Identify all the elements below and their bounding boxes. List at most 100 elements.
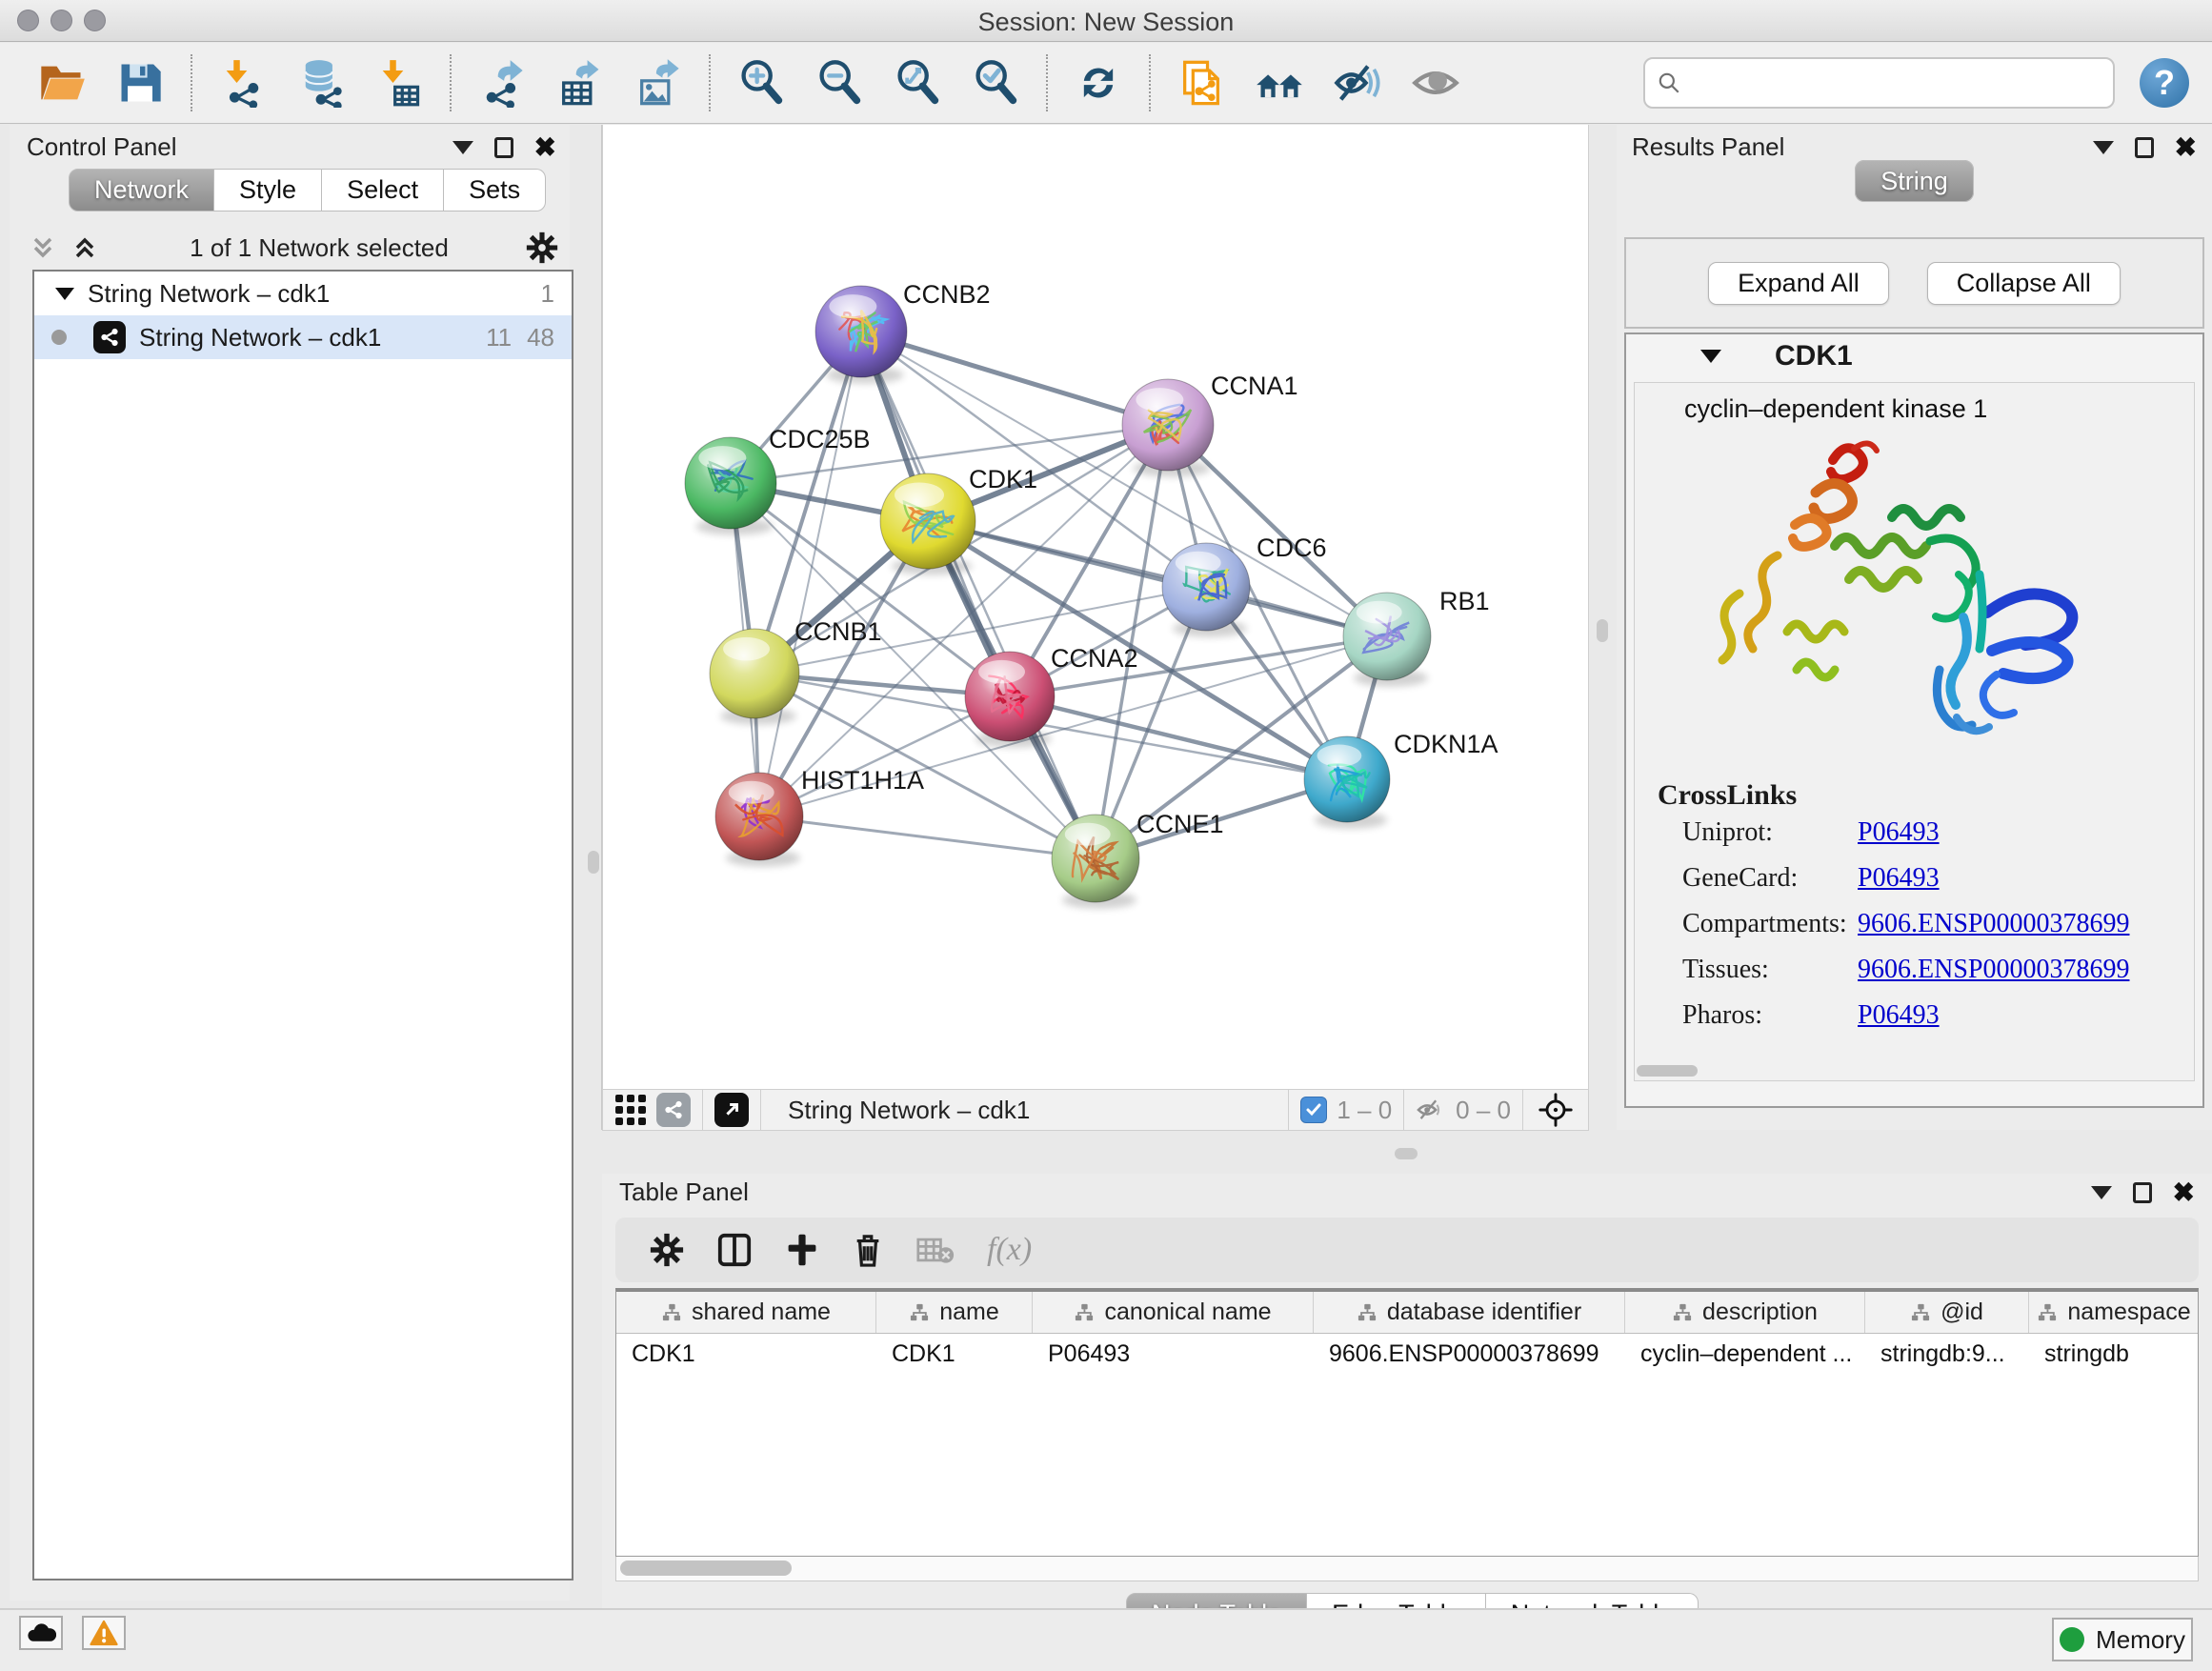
show-columns-icon[interactable] — [716, 1232, 753, 1268]
column-header-database-identifier[interactable]: database identifier — [1314, 1292, 1625, 1333]
tab-network[interactable]: Network — [69, 169, 214, 211]
crosslink-value-link[interactable]: P06493 — [1858, 1000, 1940, 1031]
expand-all-icon[interactable] — [70, 233, 99, 262]
open-in-window-icon[interactable] — [714, 1093, 749, 1127]
table-cell[interactable]: 9606.ENSP00000378699 — [1314, 1334, 1625, 1376]
export-image-button[interactable] — [619, 50, 697, 115]
panel-close-icon[interactable]: ✖ — [2173, 1183, 2195, 1202]
gene-disclosure-icon[interactable] — [1700, 350, 1721, 363]
column-header-description[interactable]: description — [1625, 1292, 1865, 1333]
table-cell[interactable]: CDK1 — [876, 1334, 1033, 1376]
table-cell[interactable]: cyclin–dependent ... — [1625, 1334, 1865, 1376]
selected-checkbox-icon[interactable] — [1300, 1097, 1327, 1123]
birdseye-navigator-icon[interactable] — [1538, 1093, 1573, 1127]
add-column-icon[interactable] — [785, 1233, 819, 1267]
help-button[interactable]: ? — [2140, 58, 2189, 108]
collection-disclosure-icon[interactable] — [55, 288, 74, 300]
collapse-all-icon[interactable] — [29, 233, 57, 262]
network-graph[interactable]: CCNB2CCNA1CDC25BCDK1CDC6RB1CCNB1CCNA2CDK… — [603, 125, 1590, 1089]
table-row[interactable]: CDK1CDK1P064939606.ENSP00000378699cyclin… — [616, 1334, 2198, 1376]
node-table[interactable]: shared namenamecanonical namedatabase id… — [615, 1288, 2199, 1557]
memory-button[interactable]: Memory — [2052, 1618, 2193, 1661]
import-table-from-file-button[interactable] — [360, 50, 438, 115]
table-cell[interactable]: stringdb — [2029, 1334, 2199, 1376]
table-hscrollbar[interactable] — [615, 1557, 2199, 1581]
export-table-button[interactable] — [541, 50, 619, 115]
left-splitter-handle[interactable] — [588, 851, 599, 874]
crosslink-value-link[interactable]: P06493 — [1858, 817, 1940, 848]
panel-close-icon[interactable]: ✖ — [2175, 138, 2197, 157]
panel-float-icon[interactable] — [494, 137, 513, 158]
crosslink-label: Compartments: — [1658, 909, 1858, 939]
open-session-button[interactable] — [23, 50, 101, 115]
first-neighbors-button[interactable] — [1240, 50, 1318, 115]
panel-close-icon[interactable]: ✖ — [534, 138, 556, 157]
control-panel-title: Control Panel — [27, 132, 177, 162]
import-network-from-database-button[interactable] — [282, 50, 360, 115]
panel-menu-icon[interactable] — [2093, 141, 2114, 154]
column-header-name[interactable]: name — [876, 1292, 1033, 1333]
warning-button[interactable] — [82, 1616, 126, 1650]
column-header-namespace[interactable]: namespace — [2029, 1292, 2199, 1333]
tab-select[interactable]: Select — [322, 169, 444, 211]
column-header-shared-name[interactable]: shared name — [616, 1292, 876, 1333]
toolbar-search[interactable] — [1643, 57, 2115, 109]
cloud-icon — [26, 1621, 56, 1644]
edge-CCNB2-HIST1H1A — [759, 332, 861, 816]
export-network-icon — [477, 58, 527, 108]
export-network-button[interactable] — [463, 50, 541, 115]
panel-float-icon[interactable] — [2133, 1182, 2152, 1203]
table-hscroll-thumb[interactable] — [620, 1560, 792, 1576]
node-label-RB1: RB1 — [1439, 587, 1490, 615]
hide-selected-button[interactable] — [1318, 50, 1397, 115]
network-collection-row[interactable]: String Network – cdk1 1 — [34, 272, 572, 315]
node-label-CCNB1: CCNB1 — [794, 617, 882, 646]
apply-layout-button[interactable] — [1059, 50, 1137, 115]
zoom-fit-button[interactable] — [878, 50, 956, 115]
new-network-from-selection-button[interactable] — [1162, 50, 1240, 115]
horizontal-splitter-handle[interactable] — [1395, 1148, 1418, 1159]
table-cell[interactable]: stringdb:9... — [1865, 1334, 2029, 1376]
table-settings-gear-icon[interactable] — [650, 1233, 684, 1267]
gear-icon[interactable] — [526, 232, 558, 264]
collapse-all-button[interactable]: Collapse All — [1927, 262, 2121, 305]
delete-table-icon[interactable] — [916, 1234, 955, 1266]
import-network-from-file-button[interactable] — [204, 50, 282, 115]
tab-string[interactable]: String — [1855, 160, 1974, 202]
column-header-canonical-name[interactable]: canonical name — [1033, 1292, 1314, 1333]
panel-menu-icon[interactable] — [2091, 1186, 2112, 1199]
zoom-out-button[interactable] — [800, 50, 878, 115]
database-icon — [296, 58, 346, 108]
show-all-button[interactable] — [1397, 50, 1475, 115]
function-builder-icon[interactable]: f(x) — [987, 1232, 1032, 1268]
table-cell[interactable]: P06493 — [1033, 1334, 1314, 1376]
crosslink-value-link[interactable]: 9606.ENSP00000378699 — [1858, 909, 2129, 939]
window-title: Session: New Session — [0, 8, 2212, 37]
toolbar-separator — [709, 54, 711, 111]
save-session-button[interactable] — [101, 50, 179, 115]
network-edge-count: 48 — [527, 323, 554, 352]
grid-view-icon[interactable] — [614, 1094, 647, 1126]
tab-style[interactable]: Style — [214, 169, 322, 211]
delete-column-icon[interactable] — [852, 1232, 884, 1268]
network-row[interactable]: String Network – cdk1 11 48 — [34, 315, 572, 359]
results-hscroll-thumb[interactable] — [1637, 1065, 1698, 1077]
crosslink-value-link[interactable]: 9606.ENSP00000378699 — [1858, 955, 2129, 985]
cloud-button[interactable] — [19, 1616, 63, 1650]
column-header--id[interactable]: @id — [1865, 1292, 2029, 1333]
search-input[interactable] — [1681, 70, 2081, 97]
panel-float-icon[interactable] — [2135, 137, 2154, 158]
tab-sets[interactable]: Sets — [444, 169, 546, 211]
node-RB1: RB1 — [1343, 587, 1490, 687]
expand-all-button[interactable]: Expand All — [1708, 262, 1889, 305]
column-header-label: @id — [1941, 1299, 1983, 1326]
panel-menu-icon[interactable] — [452, 141, 473, 154]
table-cell[interactable]: CDK1 — [616, 1334, 876, 1376]
zoom-in-button[interactable] — [722, 50, 800, 115]
crosslink-value-link[interactable]: P06493 — [1858, 863, 1940, 894]
zoom-selected-button[interactable] — [956, 50, 1035, 115]
network-share-icon[interactable] — [656, 1093, 691, 1127]
right-splitter-handle[interactable] — [1597, 619, 1608, 642]
network-view[interactable]: CCNB2CCNA1CDC25BCDK1CDC6RB1CCNB1CCNA2CDK… — [602, 125, 1589, 1089]
gene-details: cyclin–dependent kinase 1 — [1634, 382, 2195, 1081]
